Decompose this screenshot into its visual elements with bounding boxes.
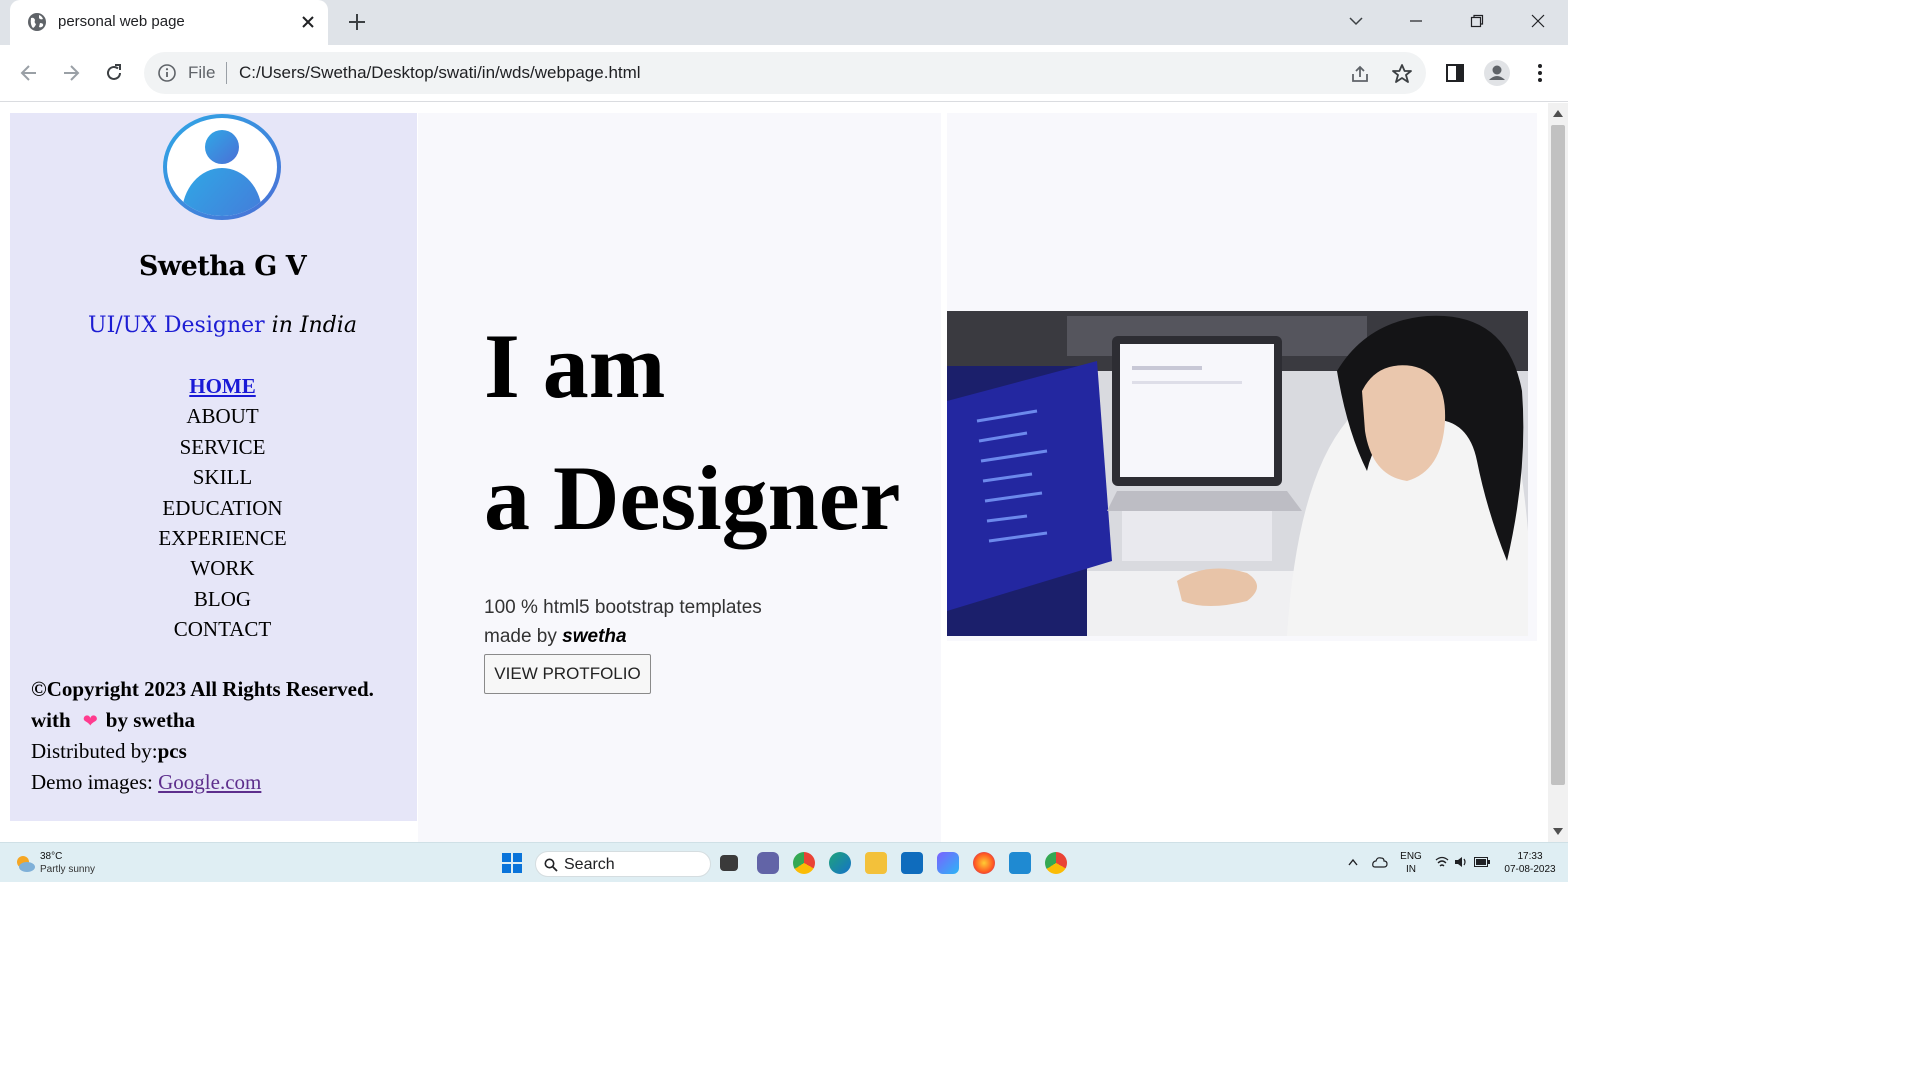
window-close-icon[interactable] <box>1520 6 1556 36</box>
hero-section: I am a Designer 100 % html5 bootstrap te… <box>418 113 941 842</box>
tab-search-chevron-icon[interactable] <box>1338 6 1374 36</box>
windows-taskbar: 38°C Partly sunny Search ENG IN 17:33 07… <box>0 842 1568 882</box>
volume-icon[interactable] <box>1454 855 1468 869</box>
menu-item-experience[interactable]: EXPERIENCE <box>10 523 435 553</box>
file-scheme-label: File <box>188 63 216 82</box>
language-indicator[interactable]: ENG <box>1398 851 1424 862</box>
distributed-value: pcs <box>157 739 187 763</box>
firefox-icon[interactable] <box>973 852 995 874</box>
view-portfolio-button[interactable]: VIEW PROTFOLIO <box>484 654 651 694</box>
address-bar[interactable]: File C:/Users/Swetha/Desktop/swati/in/wd… <box>144 52 1426 94</box>
tab-strip: personal web page <box>0 0 1568 45</box>
taskbar-search-label: Search <box>564 856 615 873</box>
made-by-name: swetha <box>562 626 627 647</box>
user-avatar-icon <box>163 114 281 220</box>
minimize-icon[interactable] <box>1398 6 1434 36</box>
more-icon[interactable] <box>1526 59 1554 87</box>
scroll-up-icon[interactable] <box>1553 109 1563 117</box>
menu-item-work[interactable]: WORK <box>10 553 435 583</box>
menu-item-education[interactable]: EDUCATION <box>10 493 435 523</box>
role-title: UI/UX Designer <box>88 313 265 338</box>
info-icon[interactable] <box>157 63 177 83</box>
hero-image-panel <box>947 113 1537 641</box>
role-location: in India <box>271 313 357 338</box>
profile-icon[interactable] <box>1483 59 1511 87</box>
globe-icon <box>28 13 46 31</box>
with-text: with <box>31 707 71 732</box>
chrome-profile-icon[interactable] <box>1045 852 1067 874</box>
tray-chevron-icon[interactable] <box>1348 858 1358 866</box>
designer-photo <box>947 311 1528 636</box>
copyright-text: ©Copyright 2023 All Rights Reserved. <box>31 677 374 701</box>
page-scrollbar[interactable] <box>1548 103 1568 842</box>
made-by-label: made by <box>484 626 557 647</box>
hero-heading-line1: I am <box>484 315 666 417</box>
distributed-label: Distributed by: <box>31 739 158 763</box>
task-view-icon[interactable] <box>720 855 738 871</box>
demo-images-label: Demo images: <box>31 769 153 794</box>
reload-icon[interactable] <box>98 57 130 89</box>
menu-item-service[interactable]: SERVICE <box>10 432 435 462</box>
store-app-icon[interactable] <box>937 852 959 874</box>
teams-icon[interactable] <box>757 852 779 874</box>
sidebar-menu: HOME ABOUT SERVICE SKILL EDUCATION EXPER… <box>10 371 435 645</box>
hero-heading-line2: a Designer <box>484 447 901 549</box>
profile-sidebar: Swetha G V UI/UX Designer in India HOME … <box>10 113 417 821</box>
vscode-icon[interactable] <box>1009 852 1031 874</box>
clock-date: 07-08-2023 <box>1504 864 1556 875</box>
clock-time[interactable]: 17:33 <box>1500 851 1560 862</box>
chrome-icon[interactable] <box>793 852 815 874</box>
back-icon[interactable] <box>13 57 45 89</box>
menu-item-about[interactable]: ABOUT <box>10 401 435 431</box>
profile-name: Swetha G V <box>138 251 307 282</box>
tab-title: personal web page <box>58 13 185 30</box>
sidepanel-icon[interactable] <box>1441 59 1469 87</box>
onedrive-cloud-icon[interactable] <box>1372 855 1388 869</box>
browser-tab[interactable]: personal web page <box>10 0 328 45</box>
heart-icon: ❤ <box>82 710 98 731</box>
profile-role: UI/UX Designer in India <box>10 313 435 338</box>
taskbar-search[interactable]: Search <box>535 851 711 877</box>
menu-item-contact[interactable]: CONTACT <box>10 614 435 644</box>
menu-item-home[interactable]: HOME <box>10 371 435 401</box>
url-text[interactable]: C:/Users/Swetha/Desktop/swati/in/wds/web… <box>239 63 641 83</box>
star-icon[interactable] <box>1390 62 1414 86</box>
forward-icon[interactable] <box>55 57 87 89</box>
menu-item-blog[interactable]: BLOG <box>10 584 435 614</box>
page-viewport: Swetha G V UI/UX Designer in India HOME … <box>0 103 1548 842</box>
mail-icon[interactable] <box>901 852 923 874</box>
weather-temperature: 38°C <box>40 851 63 862</box>
sidebar-footer: ©Copyright 2023 All Rights Reserved. wit… <box>31 674 421 797</box>
file-explorer-icon[interactable] <box>865 852 887 874</box>
battery-icon[interactable] <box>1474 857 1490 867</box>
share-icon[interactable] <box>1348 62 1372 86</box>
scroll-down-icon[interactable] <box>1553 828 1563 836</box>
search-icon <box>544 858 558 872</box>
hero-made-by: made by swetha <box>484 626 627 648</box>
omnibox-divider <box>226 62 227 84</box>
weather-description: Partly sunny <box>40 864 96 875</box>
menu-item-skill[interactable]: SKILL <box>10 462 435 492</box>
close-icon[interactable] <box>296 10 320 34</box>
region-indicator: IN <box>1406 864 1416 875</box>
demo-images-link[interactable]: Google.com <box>158 770 261 794</box>
wifi-icon[interactable] <box>1435 855 1449 869</box>
hero-subtitle: 100 % html5 bootstrap templates <box>484 597 762 618</box>
restore-icon[interactable] <box>1459 6 1495 36</box>
browser-toolbar: File C:/Users/Swetha/Desktop/swati/in/wd… <box>0 45 1568 102</box>
weather-sun-cloud-icon[interactable] <box>14 853 36 873</box>
windows-start-icon[interactable] <box>502 853 522 873</box>
plus-icon[interactable] <box>343 8 371 36</box>
by-text: by swetha <box>105 707 196 732</box>
scrollbar-thumb[interactable] <box>1551 125 1565 785</box>
edge-icon[interactable] <box>829 852 851 874</box>
